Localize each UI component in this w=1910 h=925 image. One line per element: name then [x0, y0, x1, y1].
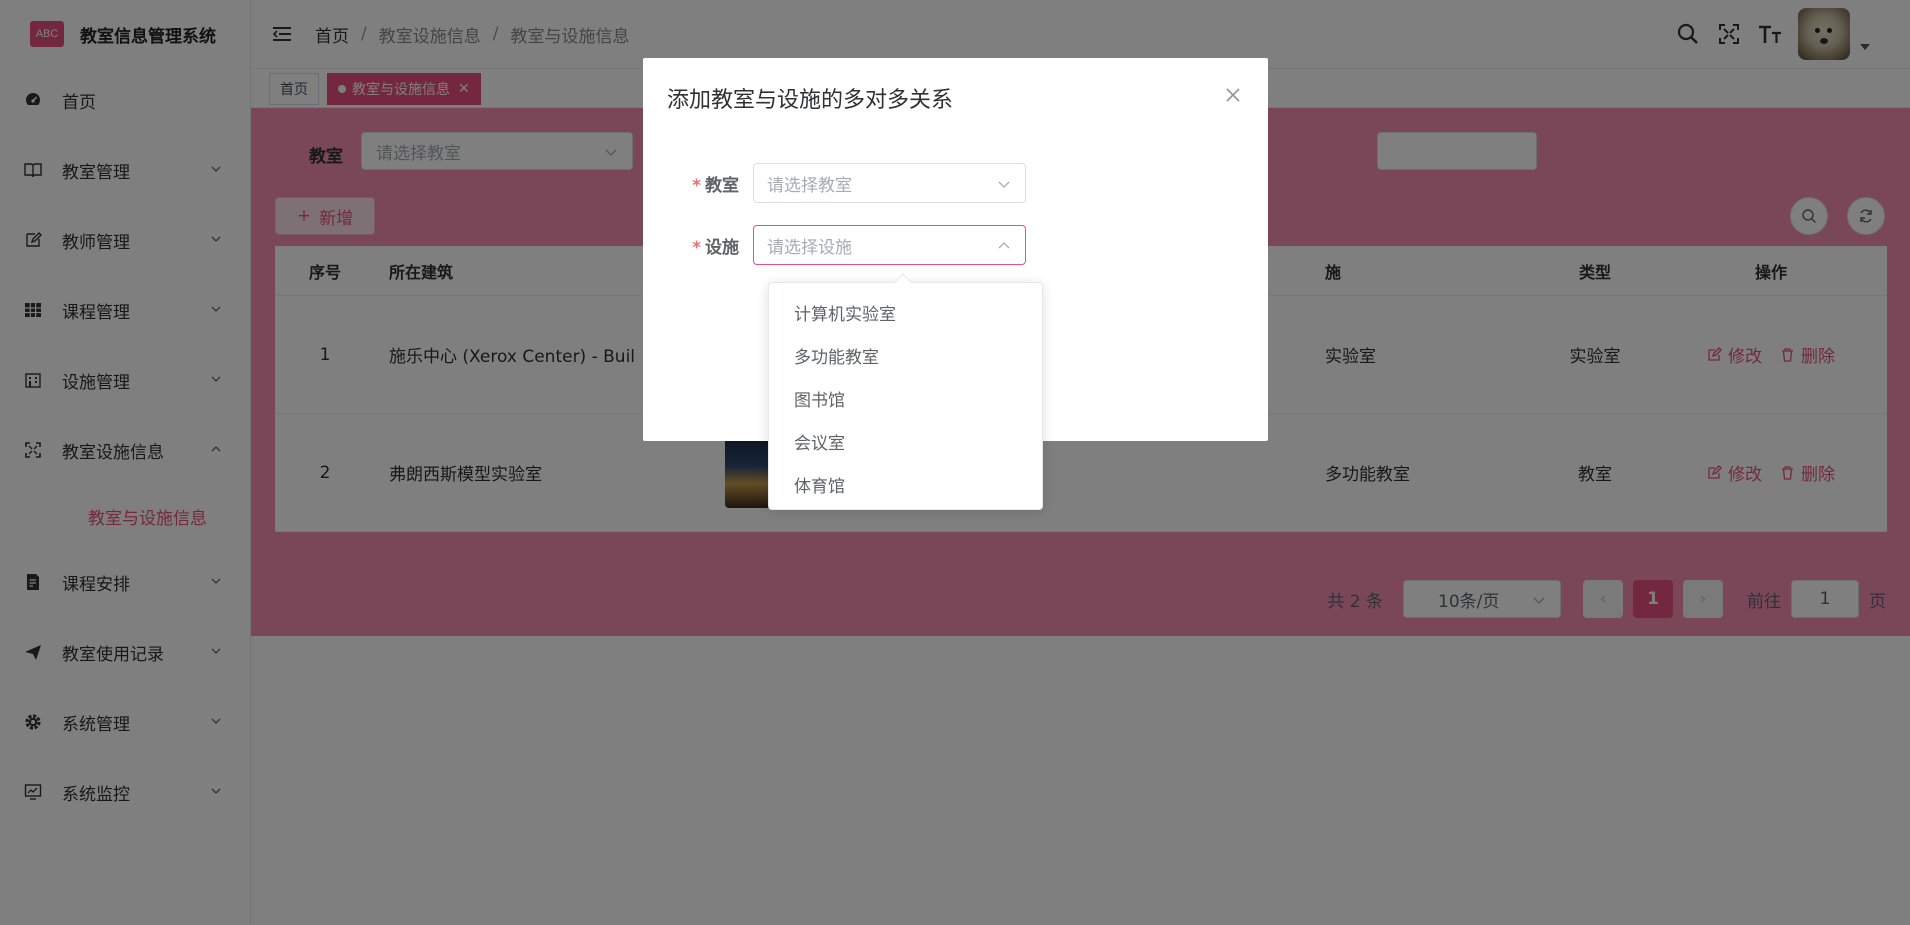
label-text: 设施 [705, 237, 739, 258]
dropdown-option[interactable]: 计算机实验室 [769, 291, 1042, 334]
classroom-select[interactable]: 请选择教室 [753, 163, 1026, 203]
chevron-up-icon [998, 242, 1010, 249]
required-mark: * [692, 237, 701, 258]
dropdown-option[interactable]: 图书馆 [769, 377, 1042, 420]
label-text: 教室 [705, 175, 739, 196]
dialog-title: 添加教室与设施的多对多关系 [667, 88, 954, 113]
facility-label: * 设施 [643, 233, 753, 258]
chevron-down-icon [998, 181, 1010, 188]
dropdown-option[interactable]: 多功能教室 [769, 334, 1042, 377]
facility-select[interactable]: 请选择设施 [753, 225, 1026, 265]
dropdown-option[interactable]: 体育馆 [769, 463, 1042, 506]
classroom-label: * 教室 [643, 171, 753, 196]
close-icon[interactable] [1224, 86, 1242, 104]
facility-dropdown: 计算机实验室 多功能教室 图书馆 会议室 体育馆 [768, 273, 1043, 510]
classroom-form-item: * 教室 请选择教室 [643, 163, 1026, 203]
select-placeholder: 请选择设施 [767, 237, 852, 258]
required-mark: * [692, 175, 701, 196]
facility-form-item: * 设施 请选择设施 [643, 225, 1026, 265]
dropdown-option[interactable]: 会议室 [769, 420, 1042, 463]
select-placeholder: 请选择教室 [767, 175, 852, 196]
